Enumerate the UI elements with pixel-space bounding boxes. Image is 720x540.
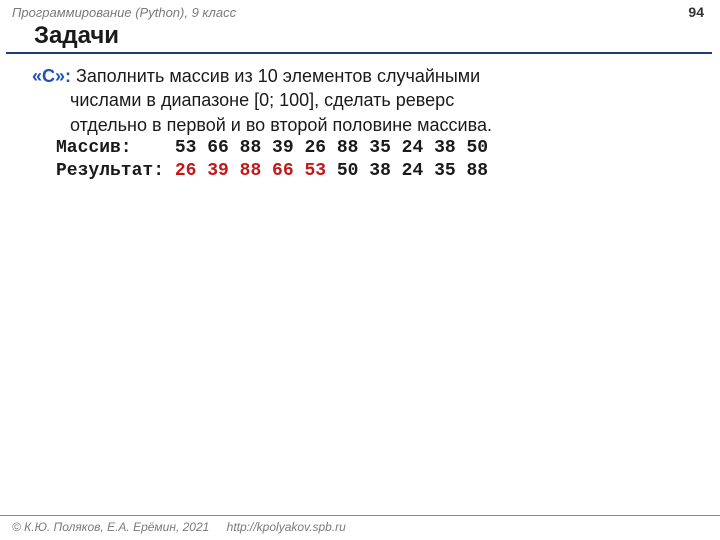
course-label: Программирование (Python), 9 класс [12,5,236,20]
result-rest: 50 38 24 35 88 [326,161,488,181]
task-line2: числами в диапазоне [0; 100], сделать ре… [32,88,696,112]
page-title: Задачи [6,22,712,54]
footer-url: http://kpolyakov.spb.ru [227,520,346,534]
result-label: Результат: [56,161,164,181]
header: Программирование (Python), 9 класс 94 [0,0,720,22]
task-label: «C»: [32,66,71,86]
result-row: Результат: 26 39 88 66 53 50 38 24 35 88 [32,160,696,183]
task-line3: отдельно в первой и во второй половине м… [32,113,696,137]
content: «C»: Заполнить массив из 10 элементов сл… [0,64,720,184]
array-values: 53 66 88 39 26 88 35 24 38 50 [164,138,488,158]
task-line1: Заполнить массив из 10 элементов случайн… [71,66,480,86]
page-number: 94 [688,4,704,20]
copyright: © К.Ю. Поляков, Е.А. Ерёмин, 2021 [12,520,209,534]
result-red: 26 39 88 66 53 [164,161,326,181]
task-block: «C»: Заполнить массив из 10 элементов сл… [32,64,696,137]
array-label: Массив: [56,138,164,158]
array-row: Массив: 53 66 88 39 26 88 35 24 38 50 [32,137,696,160]
footer: © К.Ю. Поляков, Е.А. Ерёмин, 2021 http:/… [0,515,720,540]
